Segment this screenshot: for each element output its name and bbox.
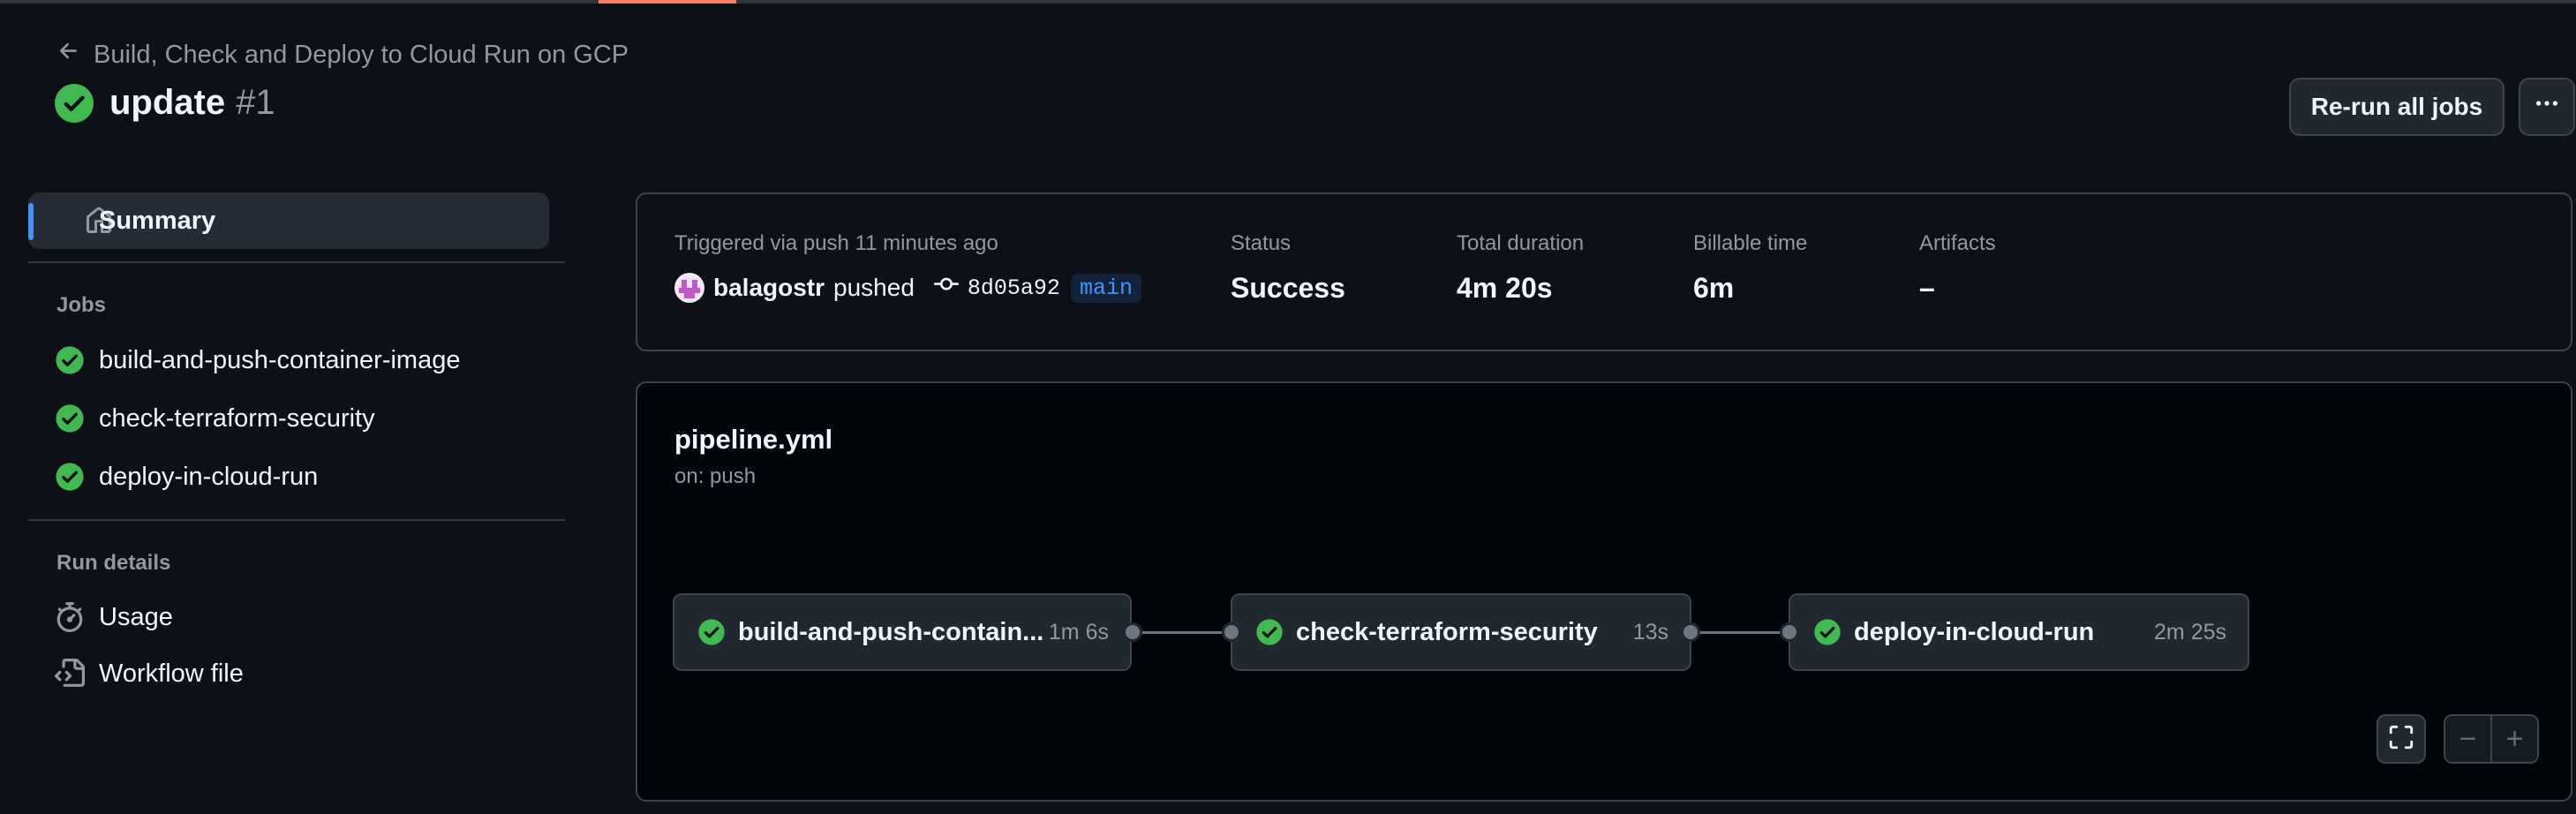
job-label: build-and-push-container-image [99,345,461,374]
check-circle-icon [55,345,85,375]
sidebar-item-label: Workflow file [99,659,244,688]
file-code-icon [55,659,85,689]
status-value: Success [1231,272,1345,304]
graph-connector-dot [1780,622,1799,642]
job-duration: 2m 25s [2154,619,2226,644]
duration-label: Total duration [1457,231,1585,255]
graph-job-check-terraform-security[interactable]: check-terraform-security 13s [1231,593,1691,671]
graph-connector-dot [1681,622,1700,642]
workflow-trigger: on: push [674,464,757,488]
graph-job-deploy-in-cloud-run[interactable]: deploy-in-cloud-run 2m 25s [1789,593,2249,671]
active-indicator [28,203,34,240]
duration-value: 4m 20s [1457,272,1553,304]
job-label: deploy-in-cloud-run [99,462,319,491]
job-name: check-terraform-security [1296,617,1598,646]
check-circle-icon [55,403,85,433]
billable-value: 6m [1693,272,1735,304]
billable-label: Billable time [1693,231,1808,255]
sidebar-item-workflow-file[interactable]: Workflow file [55,649,549,698]
workflow-file-name: pipeline.yml [674,424,833,455]
zoom-in-button[interactable]: + [2490,716,2537,762]
fullscreen-button[interactable] [2376,714,2426,764]
status-label: Status [1231,231,1292,255]
page-title: update [109,83,226,122]
sidebar-item-usage[interactable]: Usage [55,592,549,642]
commit-sha: 8d05a92 [967,275,1060,301]
graph-job-build-and-push-container-image[interactable]: build-and-push-contain... 1m 6s [673,593,1132,671]
graph-connector-dot [1123,622,1142,642]
run-number: #1 [236,83,275,122]
sidebar-divider [28,261,565,263]
sidebar-item-label: Usage [99,602,173,631]
zoom-controls: − + [2444,714,2539,764]
sidebar-divider [28,519,565,521]
job-label: check-terraform-security [99,403,375,433]
duration-column: Total duration 4m 20s [1457,231,1584,305]
job-duration: 13s [1632,619,1668,644]
graph-connector [1134,631,1231,634]
sidebar-job-deploy-in-cloud-run[interactable]: deploy-in-cloud-run [55,452,549,501]
actor-link[interactable]: balagostr [713,274,825,302]
arrow-left-icon [56,39,81,71]
jobs-heading: Jobs [56,293,107,317]
more-options-button[interactable] [2519,78,2575,136]
workflow-graph-card: pipeline.yml on: push build-and-push-con… [636,381,2572,802]
check-circle-icon [1255,618,1284,646]
action-text: pushed [833,274,915,301]
sidebar-job-check-terraform-security[interactable]: check-terraform-security [55,394,549,443]
trigger-column: Triggered via push 11 minutes ago balago… [674,231,1141,304]
rerun-all-jobs-button[interactable]: Re-run all jobs [2289,78,2504,136]
job-name: build-and-push-contain... [738,617,1044,646]
zoom-out-button[interactable]: − [2445,716,2490,762]
trigger-text: Triggered via push 11 minutes ago [674,231,998,255]
graph-connector-dot [1222,622,1241,642]
top-border [0,0,2576,4]
sidebar-item-label: Summary [99,206,216,235]
run-title-row: update #1 [55,83,275,123]
commit-link[interactable]: 8d05a92 [933,272,1060,304]
check-circle-icon [55,83,94,123]
kebab-horizontal-icon [2534,90,2560,124]
branch-label[interactable]: main [1070,273,1141,303]
check-circle-icon [697,618,726,646]
graph-connector [1691,631,1789,634]
artifacts-column: Artifacts – [1919,231,1996,305]
artifacts-label: Artifacts [1919,231,1996,255]
screen-full-icon [2388,724,2414,755]
billable-column: Billable time 6m [1693,231,1807,305]
avatar[interactable] [674,273,704,303]
stopwatch-icon [55,602,85,632]
artifacts-value: – [1919,272,1935,304]
job-name: deploy-in-cloud-run [1854,617,2095,646]
run-summary-card: Triggered via push 11 minutes ago balago… [636,192,2572,351]
check-circle-icon [1813,618,1842,646]
git-commit-icon [933,272,968,304]
check-circle-icon [55,462,85,492]
back-link-label[interactable]: Build, Check and Deploy to Cloud Run on … [94,41,629,70]
back-to-workflow-link[interactable]: Build, Check and Deploy to Cloud Run on … [56,39,629,71]
status-column: Status Success [1231,231,1345,305]
trigger-details: balagostr pushed 8d05a92 main [674,272,1141,304]
sidebar-job-build-and-push-container-image[interactable]: build-and-push-container-image [55,335,549,385]
job-duration: 1m 6s [1048,619,1109,644]
sidebar-item-summary[interactable]: Summary [28,192,549,249]
active-tab-indicator [599,0,736,4]
run-details-heading: Run details [56,551,171,575]
